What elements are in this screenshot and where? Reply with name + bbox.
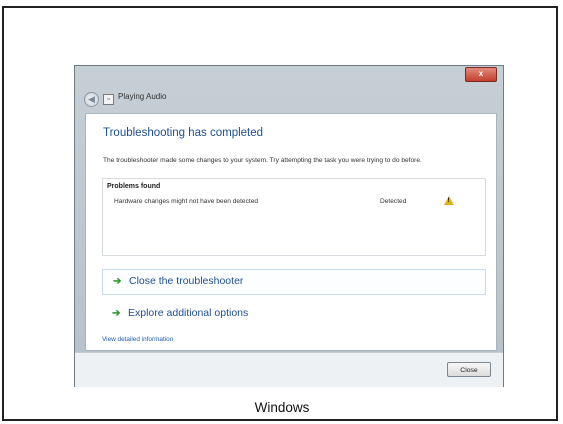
option-label: Close the troubleshooter xyxy=(129,275,244,287)
close-troubleshooter-option[interactable]: ➔ Close the troubleshooter xyxy=(102,269,486,295)
page-title: Troubleshooting has completed xyxy=(103,127,264,139)
title-bar: ◀ ▫ Playing Audio x xyxy=(75,66,503,110)
back-arrow-icon[interactable]: ◀ xyxy=(84,92,99,107)
problem-status: Detected xyxy=(380,198,407,205)
app-icon: ▫ xyxy=(103,94,114,105)
troubleshooter-window: ◀ ▫ Playing Audio x Troubleshooting has … xyxy=(74,65,504,387)
slide-frame: ◀ ▫ Playing Audio x Troubleshooting has … xyxy=(2,6,558,421)
warning-icon: ! xyxy=(444,196,454,205)
close-button[interactable]: Close xyxy=(447,362,491,377)
explore-options-option[interactable]: ➔ Explore additional options xyxy=(102,302,486,328)
green-arrow-icon: ➔ xyxy=(112,308,121,319)
footer-bar: Close xyxy=(75,352,503,387)
view-details-link[interactable]: View detailed information xyxy=(102,336,173,343)
slide-caption: Windows xyxy=(254,400,310,415)
problems-header: Problems found xyxy=(107,183,161,190)
problems-panel: Problems found Hardware changes might no… xyxy=(102,178,486,256)
green-arrow-icon: ➔ xyxy=(113,276,122,287)
description-text: The troubleshooter made some changes to … xyxy=(103,157,422,164)
window-close-button[interactable]: x xyxy=(465,67,497,82)
content-panel: Troubleshooting has completed The troubl… xyxy=(85,113,497,351)
window-title: Playing Audio xyxy=(118,92,167,101)
problem-name: Hardware changes might not have been det… xyxy=(114,198,259,205)
option-label: Explore additional options xyxy=(128,307,249,319)
